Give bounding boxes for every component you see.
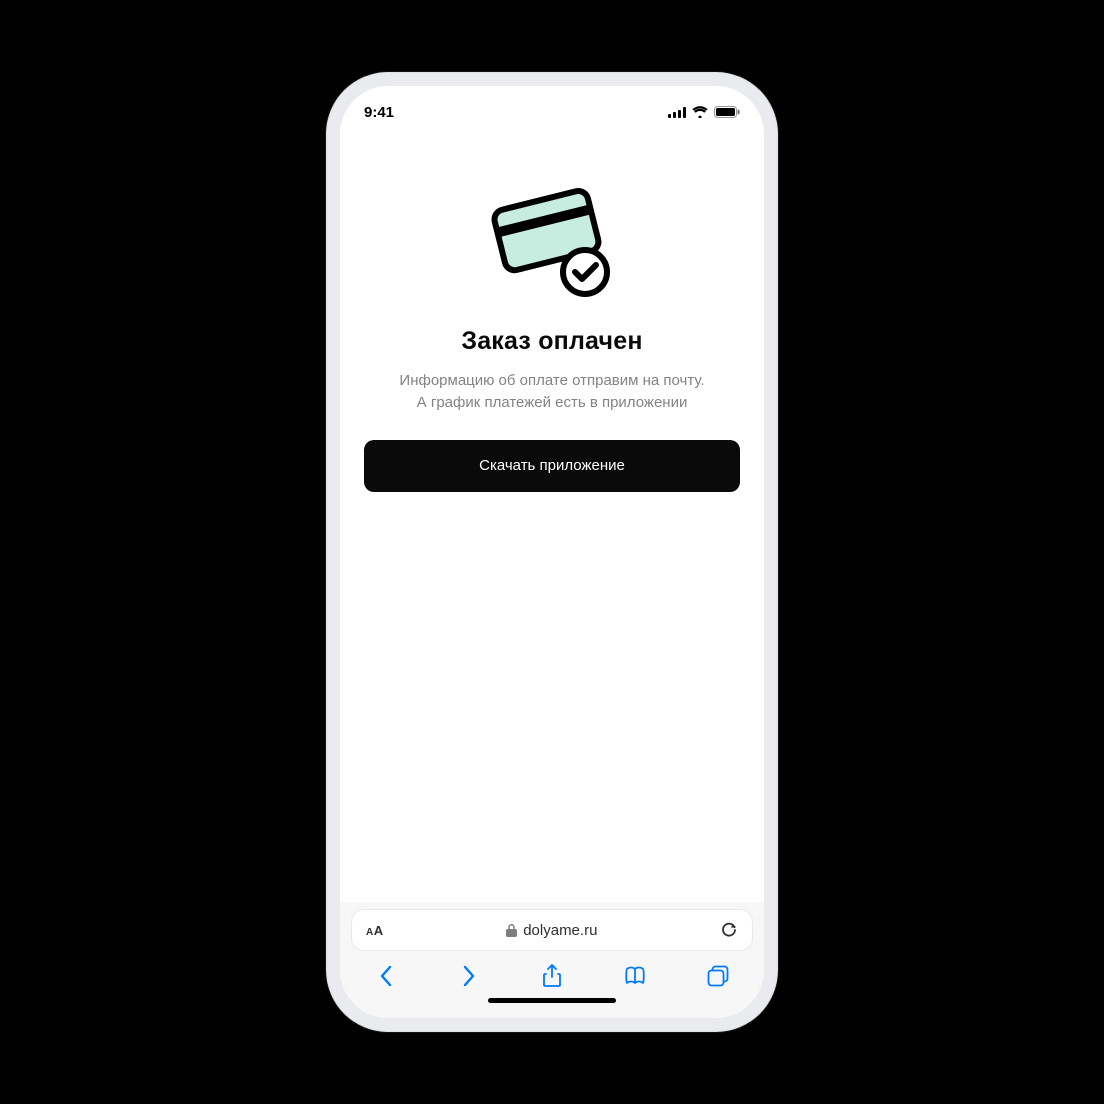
status-indicators bbox=[668, 106, 740, 118]
status-bar: 9:41 bbox=[340, 86, 764, 128]
card-check-illustration bbox=[477, 184, 627, 309]
tabs-button[interactable] bbox=[704, 965, 732, 987]
cellular-signal-icon bbox=[668, 107, 686, 118]
status-time: 9:41 bbox=[364, 104, 394, 121]
page-subtitle: Информацию об оплате отправим на почту. … bbox=[399, 370, 704, 414]
safari-toolbar bbox=[352, 950, 752, 992]
subtitle-line-1: Информацию об оплате отправим на почту. bbox=[399, 372, 704, 389]
text-size-button[interactable]: AA bbox=[366, 923, 384, 938]
page-title: Заказ оплачен bbox=[461, 327, 642, 356]
subtitle-line-2: А график платежей есть в приложении bbox=[417, 394, 688, 411]
battery-icon bbox=[714, 106, 740, 118]
domain-text: dolyame.ru bbox=[523, 922, 597, 939]
safari-chrome: AA dolyame.ru bbox=[340, 902, 764, 992]
back-button[interactable] bbox=[372, 965, 400, 987]
bookmarks-button[interactable] bbox=[621, 966, 649, 986]
lock-icon bbox=[506, 924, 517, 937]
wifi-icon bbox=[692, 106, 708, 118]
home-indicator[interactable] bbox=[488, 998, 616, 1003]
home-indicator-area bbox=[340, 992, 764, 1018]
share-button[interactable] bbox=[538, 964, 566, 988]
address-bar-domain: dolyame.ru bbox=[506, 922, 597, 939]
phone-screen: 9:41 bbox=[340, 86, 764, 1018]
reload-icon[interactable] bbox=[720, 921, 738, 939]
forward-button[interactable] bbox=[455, 965, 483, 987]
download-app-button[interactable]: Скачать приложение bbox=[364, 440, 740, 492]
address-bar[interactable]: AA dolyame.ru bbox=[352, 910, 752, 950]
page-content: Заказ оплачен Информацию об оплате отпра… bbox=[340, 128, 764, 902]
phone-frame: 9:41 bbox=[326, 72, 778, 1032]
